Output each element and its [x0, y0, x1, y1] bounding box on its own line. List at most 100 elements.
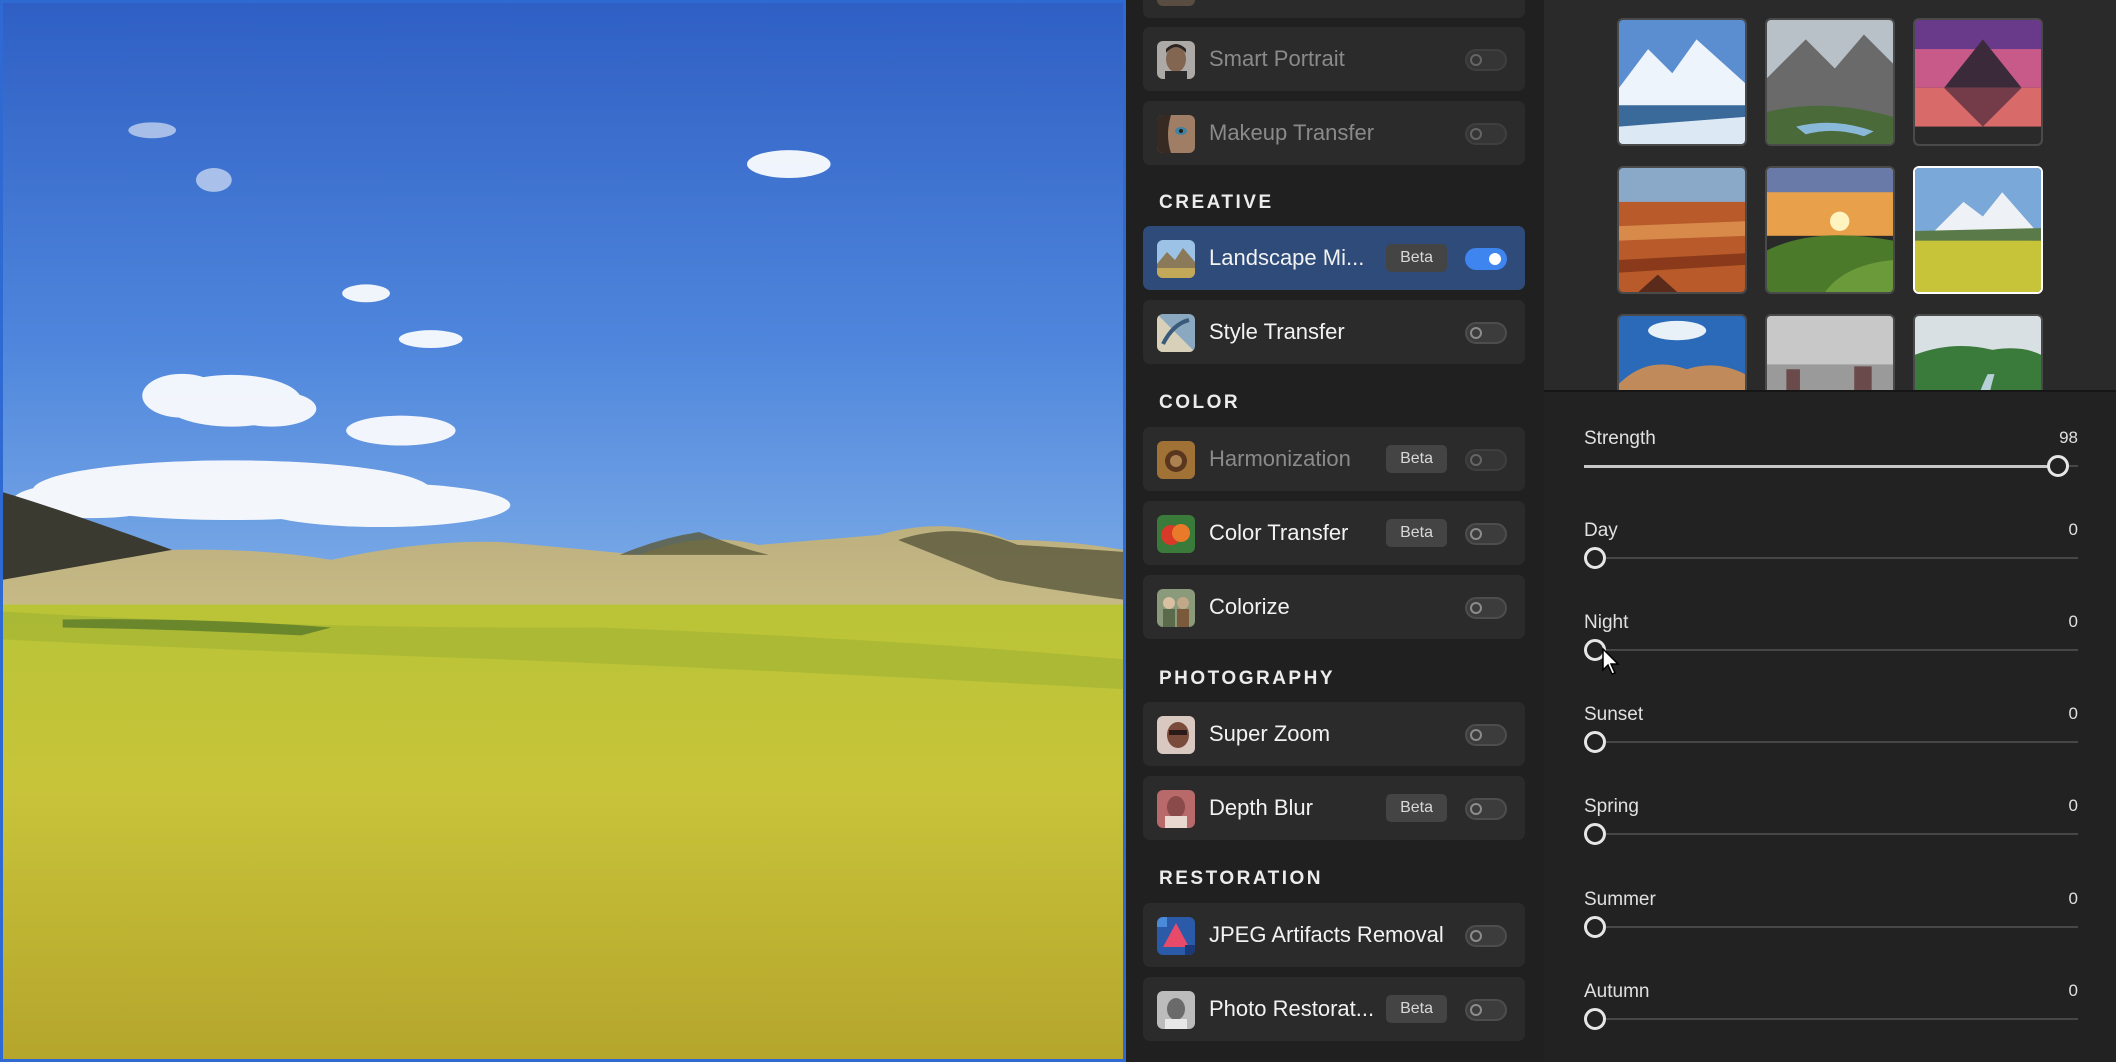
- slider-label: Autumn: [1584, 981, 1650, 1002]
- filter-row-landscape-mixer[interactable]: Landscape Mi... Beta: [1143, 226, 1525, 290]
- landscape-image: [3, 3, 1123, 1059]
- jpeg-artifacts-thumbnail-icon: [1157, 917, 1195, 955]
- filter-label: Colorize: [1209, 594, 1290, 619]
- preset-thumbnail-rock-cliffs[interactable]: [1617, 314, 1747, 390]
- filter-label: Super Zoom: [1209, 721, 1331, 746]
- colorize-thumbnail-icon: [1157, 589, 1195, 627]
- slider-track[interactable]: [1584, 833, 2078, 835]
- filter-label: Smart Portrait: [1209, 46, 1345, 71]
- filter-row-partial[interactable]: [1143, 0, 1525, 18]
- slider-track[interactable]: [1584, 1018, 2078, 1020]
- portrait-thumbnail-icon: [1157, 41, 1195, 79]
- beta-badge: Beta: [1386, 519, 1447, 547]
- filter-label: Harmonization: [1209, 446, 1351, 471]
- filter-row-makeup-transfer[interactable]: Makeup Transfer: [1143, 101, 1525, 165]
- slider-label: Day: [1584, 520, 1618, 541]
- autumn-slider[interactable]: Autumn 0: [1584, 981, 2078, 1051]
- makeup-thumbnail-icon: [1157, 115, 1195, 153]
- slider-value: 0: [2068, 796, 2078, 815]
- style-transfer-thumbnail-icon: [1157, 314, 1195, 352]
- section-title-restoration: RESTORATION: [1159, 868, 1324, 889]
- filter-row-colorize[interactable]: Colorize: [1143, 575, 1525, 639]
- day-slider[interactable]: Day 0: [1584, 520, 2078, 590]
- preset-thumbnail-river-valley[interactable]: [1913, 314, 2043, 390]
- harmonization-thumbnail-icon: [1157, 441, 1195, 479]
- filter-row-color-transfer[interactable]: Color Transfer Beta: [1143, 501, 1525, 565]
- slider-handle[interactable]: [1584, 547, 1606, 569]
- mouse-pointer-icon: [1602, 648, 1620, 675]
- filter-label: Landscape Mi...: [1209, 245, 1365, 270]
- preset-thumbnail-mountain-valley[interactable]: [1765, 18, 1895, 146]
- super-zoom-thumbnail-icon: [1157, 716, 1195, 754]
- preset-thumbnail-misty-rocks[interactable]: [1765, 314, 1895, 390]
- depth-blur-thumbnail-icon: [1157, 790, 1195, 828]
- filter-label: Makeup Transfer: [1209, 120, 1375, 145]
- slider-handle[interactable]: [1584, 823, 1606, 845]
- filter-row-smart-portrait[interactable]: Smart Portrait: [1143, 27, 1525, 91]
- filter-label: Style Transfer: [1209, 319, 1345, 344]
- beta-badge: Beta: [1386, 244, 1447, 272]
- summer-slider[interactable]: Summer 0: [1584, 889, 2078, 959]
- spring-slider[interactable]: Spring 0: [1584, 796, 2078, 866]
- filter-label: Photo Restorat...: [1209, 996, 1375, 1021]
- landscape-mixer-toggle[interactable]: [1465, 248, 1507, 270]
- slider-handle[interactable]: [2046, 455, 2069, 477]
- color-transfer-toggle[interactable]: [1465, 523, 1507, 545]
- slider-value: 0: [2068, 520, 2078, 539]
- slider-value: 0: [2068, 981, 2078, 1000]
- harmonization-toggle[interactable]: [1465, 449, 1507, 471]
- image-canvas[interactable]: [0, 0, 1126, 1062]
- filter-settings-panel: Strength 98 Day 0 Night 0 Sunset 0 Sprin…: [1544, 0, 2116, 1062]
- beta-badge: Beta: [1386, 794, 1447, 822]
- slider-handle[interactable]: [1584, 1008, 1606, 1030]
- slider-label: Sunset: [1584, 704, 1644, 725]
- slider-label: Strength: [1584, 428, 1656, 449]
- slider-fill: [1584, 465, 2058, 468]
- filter-row-depth-blur[interactable]: Depth Blur Beta: [1143, 776, 1525, 840]
- filter-label: Color Transfer: [1209, 520, 1349, 545]
- jpeg-artifacts-removal-toggle[interactable]: [1465, 925, 1507, 947]
- landscape-preset-gallery[interactable]: [1544, 0, 2116, 392]
- slider-track[interactable]: [1584, 557, 2078, 559]
- filter-label: JPEG Artifacts Removal: [1209, 922, 1444, 947]
- slider-track[interactable]: [1584, 926, 2078, 928]
- slider-value: 0: [2068, 704, 2078, 723]
- filter-list-panel[interactable]: Smart Portrait Makeup Transfer CREATIVE …: [1126, 0, 1544, 1062]
- photo-restoration-thumbnail-icon: [1157, 991, 1195, 1029]
- depth-blur-toggle[interactable]: [1465, 798, 1507, 820]
- section-title-color: COLOR: [1159, 392, 1241, 413]
- slider-label: Summer: [1584, 889, 1656, 910]
- filter-thumbnail: [1157, 0, 1195, 6]
- night-slider[interactable]: Night 0: [1584, 612, 2078, 682]
- slider-label: Spring: [1584, 796, 1639, 817]
- sunset-slider[interactable]: Sunset 0: [1584, 704, 2078, 774]
- slider-value: 0: [2068, 612, 2078, 631]
- smart-portrait-toggle[interactable]: [1465, 49, 1507, 71]
- landscape-thumbnail-icon: [1157, 240, 1195, 278]
- preset-thumbnail-sunset-hills[interactable]: [1765, 166, 1895, 294]
- preset-thumbnail-canyon[interactable]: [1617, 166, 1747, 294]
- filter-row-jpeg-artifacts-removal[interactable]: JPEG Artifacts Removal: [1143, 903, 1525, 967]
- filter-row-photo-restoration[interactable]: Photo Restorat... Beta: [1143, 977, 1525, 1041]
- slider-handle[interactable]: [1584, 916, 1606, 938]
- color-transfer-thumbnail-icon: [1157, 515, 1195, 553]
- strength-slider[interactable]: Strength 98: [1584, 428, 2078, 498]
- photo-restoration-toggle[interactable]: [1465, 999, 1507, 1021]
- filter-row-harmonization[interactable]: Harmonization Beta: [1143, 427, 1525, 491]
- slider-track[interactable]: [1584, 649, 2078, 651]
- preset-thumbnail-matterhorn-sunset[interactable]: [1913, 18, 2043, 146]
- slider-value: 0: [2068, 889, 2078, 908]
- slider-track[interactable]: [1584, 741, 2078, 743]
- slider-label: Night: [1584, 612, 1629, 633]
- makeup-transfer-toggle[interactable]: [1465, 123, 1507, 145]
- preset-thumbnail-green-meadow-mountains[interactable]: [1913, 166, 2043, 294]
- filter-row-super-zoom[interactable]: Super Zoom: [1143, 702, 1525, 766]
- style-transfer-toggle[interactable]: [1465, 322, 1507, 344]
- slider-handle[interactable]: [1584, 731, 1606, 753]
- filter-row-style-transfer[interactable]: Style Transfer: [1143, 300, 1525, 364]
- super-zoom-toggle[interactable]: [1465, 724, 1507, 746]
- preset-thumbnail-snowy-lake[interactable]: [1617, 18, 1747, 146]
- colorize-toggle[interactable]: [1465, 597, 1507, 619]
- beta-badge: Beta: [1386, 445, 1447, 473]
- section-title-photography: PHOTOGRAPHY: [1159, 668, 1336, 689]
